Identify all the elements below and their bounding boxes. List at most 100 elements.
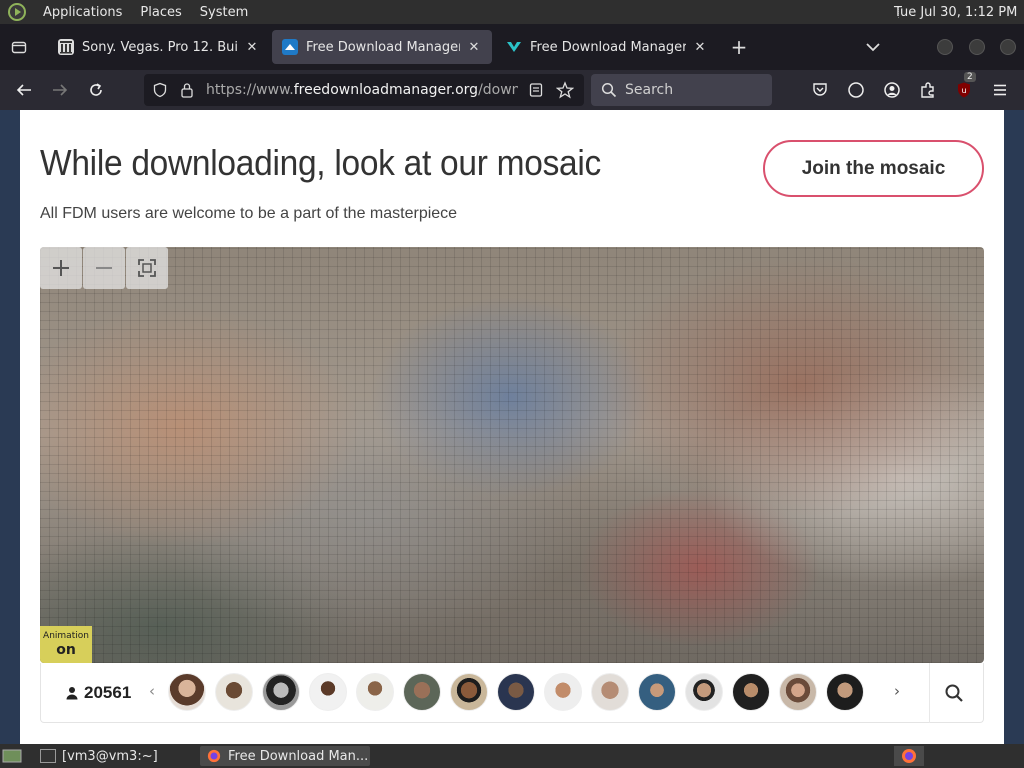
ublock-shield-icon: u — [958, 82, 970, 98]
hamburger-menu-icon — [994, 84, 1006, 96]
app-menu-button[interactable] — [988, 78, 1012, 102]
page-title: While downloading, look at our mosaic — [40, 142, 602, 183]
user-photo-mosaic[interactable]: Animation on — [40, 247, 984, 663]
close-tab-icon[interactable]: ✕ — [244, 40, 260, 55]
taskbar-item-label: Free Download Man... — [228, 748, 369, 764]
menu-applications[interactable]: Applications — [34, 5, 131, 20]
taskbar-item-label: [vm3@vm3:~] — [62, 748, 158, 764]
pocket-button[interactable] — [808, 78, 832, 102]
menu-places[interactable]: Places — [131, 5, 190, 20]
taskbar-item-firefox[interactable]: Free Download Man... — [200, 746, 370, 766]
tab-fdm-active[interactable]: Free Download Manager for ✕ — [272, 30, 492, 64]
taskbar-item-terminal[interactable]: [vm3@vm3:~] — [34, 746, 194, 766]
fdm-cyan-favicon-icon — [506, 39, 522, 55]
avatar[interactable] — [450, 673, 488, 711]
page-subtitle: All FDM users are welcome to be a part o… — [40, 205, 458, 222]
distro-logo-icon[interactable] — [8, 3, 26, 21]
puzzle-piece-icon — [921, 82, 934, 98]
window-minimize-button[interactable] — [937, 39, 953, 55]
avatar[interactable] — [403, 673, 441, 711]
avatar[interactable] — [544, 673, 582, 711]
extension-badge: 2 — [964, 72, 976, 82]
window-maximize-button[interactable] — [969, 39, 985, 55]
avatar[interactable] — [685, 673, 723, 711]
url-bar[interactable]: https://www.freedownloadmanager.org/down… — [144, 74, 584, 106]
tray-firefox-button[interactable] — [894, 746, 924, 766]
user-count: 20561 — [66, 683, 131, 703]
close-tab-icon[interactable]: ✕ — [466, 40, 482, 55]
user-avatars-list — [168, 673, 873, 711]
animation-state: on — [56, 642, 76, 658]
sync-button[interactable] — [844, 78, 868, 102]
zoom-in-button[interactable] — [40, 247, 82, 289]
url-prefix: https://www. — [206, 82, 294, 98]
firefox-view-button[interactable] — [0, 24, 38, 70]
zoom-out-button[interactable] — [83, 247, 125, 289]
avatar[interactable] — [497, 673, 535, 711]
padlock-icon[interactable] — [180, 82, 194, 98]
list-all-tabs-button[interactable] — [862, 36, 884, 58]
url-text[interactable]: https://www.freedownloadmanager.org/down… — [206, 82, 518, 98]
pocket-icon — [813, 83, 827, 96]
back-arrow-icon — [16, 84, 31, 96]
join-mosaic-button[interactable]: Join the mosaic — [763, 140, 984, 197]
avatar[interactable] — [262, 673, 300, 711]
avatar[interactable] — [356, 673, 394, 711]
close-tab-icon[interactable]: ✕ — [692, 40, 708, 55]
clock[interactable]: Tue Jul 30, 1:12 PM — [894, 5, 1024, 20]
menu-system[interactable]: System — [191, 5, 257, 20]
animation-label: Animation — [43, 631, 89, 641]
new-tab-button[interactable]: + — [728, 36, 750, 58]
avatar[interactable] — [168, 673, 206, 711]
extensions-button[interactable] — [916, 78, 940, 102]
mosaic-section-card: While downloading, look at our mosaic Al… — [20, 110, 1004, 750]
bottom-taskbar: [vm3@vm3:~] Free Download Man... — [0, 744, 1024, 768]
tracking-shield-icon[interactable] — [152, 82, 168, 98]
ublock-origin-button[interactable]: u 2 — [952, 72, 976, 102]
search-bar[interactable]: Search — [591, 74, 772, 106]
firefox-icon — [902, 749, 916, 763]
circle-icon — [848, 82, 864, 98]
avatars-next-arrow-icon[interactable]: › — [894, 682, 900, 700]
account-button[interactable] — [880, 78, 904, 102]
tab-title: Sony. Vegas. Pro 12. Build 77 — [82, 39, 238, 55]
chevron-down-icon — [866, 43, 880, 52]
search-placeholder: Search — [625, 82, 674, 98]
account-icon — [884, 82, 900, 98]
navigation-toolbar: https://www.freedownloadmanager.org/down… — [0, 70, 1024, 110]
url-path: /downloa — [478, 82, 518, 98]
find-user-button[interactable] — [944, 683, 964, 703]
reader-view-icon[interactable] — [528, 82, 544, 98]
window-close-button[interactable] — [1000, 39, 1016, 55]
reload-icon — [90, 83, 102, 96]
reload-button[interactable] — [84, 78, 108, 102]
avatar[interactable] — [591, 673, 629, 711]
show-desktop-button[interactable] — [0, 746, 24, 766]
avatar[interactable] — [215, 673, 253, 711]
desktop-icon — [2, 749, 22, 763]
forward-button[interactable] — [48, 78, 72, 102]
person-icon — [66, 687, 78, 700]
system-top-panel: Applications Places System Tue Jul 30, 1… — [0, 0, 1024, 24]
strip-divider — [929, 663, 930, 723]
search-icon — [945, 684, 963, 702]
avatar[interactable] — [826, 673, 864, 711]
bookmark-star-icon[interactable] — [556, 81, 574, 99]
firefox-icon — [207, 749, 221, 763]
archive-favicon-icon — [58, 39, 74, 55]
fullscreen-button[interactable] — [126, 247, 168, 289]
firefox-view-icon — [11, 41, 27, 54]
back-button[interactable] — [12, 78, 36, 102]
avatar[interactable] — [638, 673, 676, 711]
plus-icon — [53, 260, 69, 276]
avatar[interactable] — [779, 673, 817, 711]
animation-toggle[interactable]: Animation on — [40, 626, 92, 663]
avatars-prev-arrow-icon[interactable]: ‹ — [149, 682, 155, 700]
tab-fdm-official[interactable]: Free Download Manager off ✕ — [496, 30, 718, 64]
avatar[interactable] — [732, 673, 770, 711]
search-icon — [601, 82, 617, 98]
url-domain: freedownloadmanager.org — [293, 82, 479, 98]
avatar[interactable] — [309, 673, 347, 711]
user-count-value: 20561 — [84, 683, 132, 702]
tab-sony-vegas[interactable]: Sony. Vegas. Pro 12. Build 77 ✕ — [48, 30, 270, 64]
